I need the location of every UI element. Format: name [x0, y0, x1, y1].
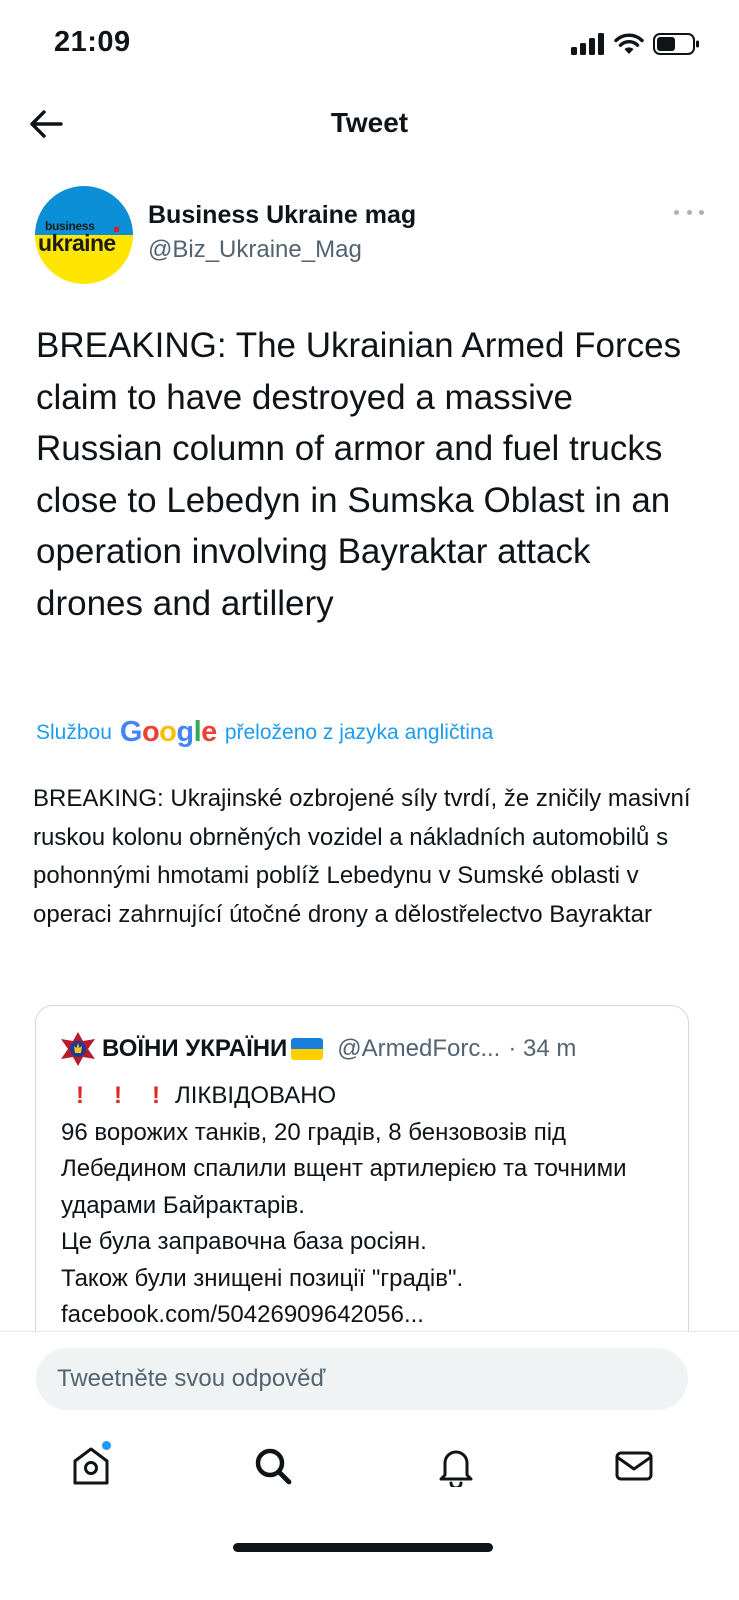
- home-indicator: [233, 1543, 493, 1552]
- quoted-headline-row: !!! ЛІКВІДОВАНО: [61, 1078, 681, 1115]
- translation-suffix: přeloženo z jazyka angličtina: [224, 720, 494, 744]
- avatar[interactable]: business ukraine: [35, 186, 133, 284]
- author-name[interactable]: Business Ukraine mag: [148, 201, 416, 230]
- more-dot: [686, 209, 692, 215]
- bell-icon: [439, 1450, 473, 1487]
- quoted-headline: ЛІКВІДОВАНО: [175, 1082, 337, 1109]
- translation-attribution[interactable]: Službou Google přeloženo z jazyka anglič…: [36, 718, 716, 747]
- quoted-author-name: ВОЇНИ УКРАЇНИ: [102, 1035, 288, 1062]
- more-dot: [699, 209, 704, 215]
- reply-input[interactable]: Tweetněte svou odpověď: [36, 1348, 688, 1410]
- quoted-link[interactable]: facebook.com/50426909642056...: [61, 1297, 681, 1334]
- more-options-icon[interactable]: [674, 202, 704, 222]
- wifi-icon: [614, 33, 644, 54]
- page-title: Tweet: [330, 107, 409, 138]
- quoted-tweet[interactable]: ВОЇНИ УКРАЇНИ @ArmedForc... · 34 m !!! ЛІ…: [35, 1005, 689, 1365]
- tab-search[interactable]: [251, 1444, 295, 1488]
- tweet-author: business ukraine Business Ukraine mag @B…: [35, 186, 704, 286]
- quoted-line: 96 ворожих танків, 20 градів, 8 бензовоз…: [61, 1118, 627, 1219]
- quoted-author-handle: @ArmedForc...: [337, 1035, 501, 1062]
- more-dot: [674, 209, 679, 215]
- avatar-logo-big: ukraine: [38, 230, 116, 256]
- quoted-tweet-header: ВОЇНИ УКРАЇНИ @ArmedForc... · 34 m: [60, 1031, 670, 1067]
- tweet-text: BREAKING: The Ukrainian Armed Forces cla…: [36, 326, 682, 623]
- quoted-line: Також були знищені позиції "градів".: [61, 1264, 464, 1292]
- mail-icon: [615, 1451, 653, 1481]
- quoted-line: Це була заправочна база росіян.: [61, 1228, 427, 1255]
- translated-text: BREAKING: Ukrajinské ozbrojené síly tvrd…: [33, 785, 691, 928]
- author-handle[interactable]: @Biz_Ukraine_Mag: [148, 236, 362, 264]
- google-logo: Google: [119, 716, 217, 748]
- status-icons: [571, 30, 701, 58]
- quoted-tweet-body: !!! ЛІКВІДОВАНО 96 ворожих танків, 20 гра…: [61, 1078, 681, 1334]
- ukraine-flag-icon: [291, 1038, 324, 1060]
- quoted-tweet-time: · 34 m: [508, 1035, 577, 1062]
- search-icon: [255, 1448, 292, 1485]
- status-time: 21:09: [54, 26, 131, 58]
- translation-prefix: Službou: [36, 720, 112, 744]
- exclamation-icon: !: [76, 1082, 84, 1109]
- status-bar: 21:09: [0, 0, 739, 90]
- nav-bar: Tweet: [0, 90, 739, 160]
- tab-messages[interactable]: [612, 1444, 656, 1488]
- notification-dot: [102, 1441, 111, 1450]
- tab-home[interactable]: [69, 1441, 113, 1488]
- reply-placeholder: Tweetněte svou odpověď: [57, 1365, 326, 1392]
- exclamation-icon: !: [152, 1082, 160, 1109]
- tab-notifications[interactable]: [434, 1444, 478, 1488]
- exclamation-icon: !: [114, 1082, 122, 1109]
- trident-emblem-icon: [61, 1032, 95, 1066]
- bottom-tab-bar: [0, 1441, 739, 1504]
- battery-icon: [653, 33, 699, 55]
- home-icon: [73, 1447, 109, 1485]
- signal-icon: [571, 33, 604, 55]
